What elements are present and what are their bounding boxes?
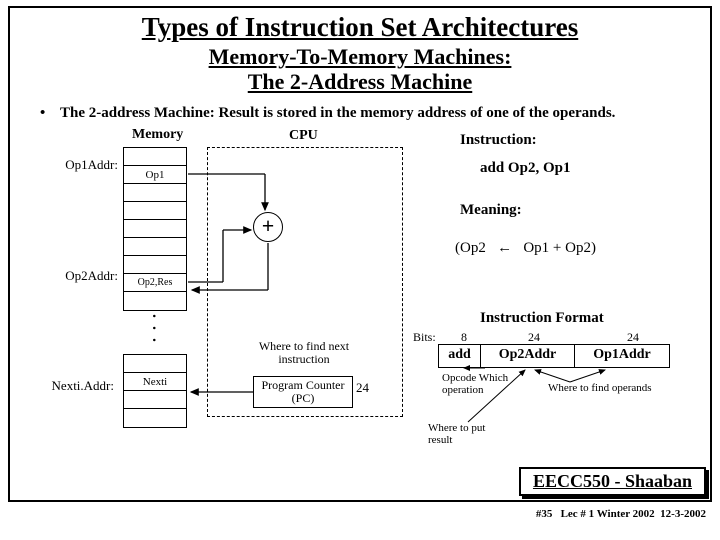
adder-icon: +: [253, 212, 283, 242]
operands-note: Where to find operands: [548, 382, 652, 394]
bullet-text: The 2-address Machine: Result is stored …: [60, 105, 615, 122]
slide-subtitle-1: Memory-To-Memory Machines:: [10, 45, 710, 69]
mem-cell: [124, 256, 186, 274]
memory-block-bottom: Nexti: [123, 354, 187, 428]
mem-cell: [124, 355, 186, 373]
op2-addr-label: Op2Addr:: [46, 268, 118, 284]
fmt-opcode: add: [439, 345, 481, 367]
mem-cell: [124, 202, 186, 220]
memory-block-top: Op1 Op2,Res: [123, 147, 187, 311]
mem-cell-op2: Op2,Res: [124, 274, 186, 292]
mem-cell: [124, 391, 186, 409]
cpu-label: CPU: [289, 128, 318, 144]
bullet-dot: •: [40, 105, 60, 122]
mem-cell: [124, 220, 186, 238]
bits-label: Bits:: [413, 330, 436, 345]
op1-addr-label: Op1Addr:: [46, 157, 118, 173]
diagram-area: Memory CPU Op1Addr: Op2Addr: Nexti.Addr:…: [10, 122, 710, 462]
where-next-label: Where to find next instruction: [254, 340, 354, 366]
slide-frame: Types of Instruction Set Architectures M…: [8, 6, 712, 502]
meaning-text: (Op2 ← Op1 + Op2): [455, 240, 596, 257]
mem-cell: [124, 148, 186, 166]
mem-cell: [124, 292, 186, 310]
format-header: Instruction Format: [480, 310, 604, 327]
pc-bits-label: 24: [356, 380, 369, 396]
result-note: Where to put result: [428, 422, 498, 446]
bullet-item: • The 2-address Machine: Result is store…: [40, 105, 680, 122]
ellipsis-icon: . . .: [148, 314, 166, 344]
slide-meta: #35 Lec # 1 Winter 2002 12-3-2002: [536, 508, 706, 520]
course-footer: EECC550 - Shaaban: [519, 467, 706, 496]
nexti-addr-label: Nexti.Addr:: [42, 378, 114, 394]
mem-cell: [124, 409, 186, 427]
instruction-example: add Op2, Op1: [480, 160, 570, 177]
mem-cell-op1: Op1: [124, 166, 186, 184]
opcode-note: Opcode Which operation: [442, 372, 512, 396]
slide-title: Types of Instruction Set Architectures: [10, 12, 710, 43]
pc-box: Program Counter (PC): [253, 376, 353, 408]
format-table: add Op2Addr Op1Addr: [438, 344, 670, 368]
instruction-header: Instruction:: [460, 132, 537, 149]
mem-cell: [124, 238, 186, 256]
bits-8: 8: [461, 330, 467, 345]
meaning-header: Meaning:: [460, 202, 522, 219]
fmt-op2addr: Op2Addr: [481, 345, 575, 367]
fmt-op1addr: Op1Addr: [575, 345, 669, 367]
mem-cell-nexti: Nexti: [124, 373, 186, 391]
bits-24a: 24: [528, 330, 540, 345]
mem-cell: [124, 184, 186, 202]
memory-label: Memory: [132, 127, 183, 143]
slide-subtitle-2: The 2-Address Machine: [10, 69, 710, 95]
bits-24b: 24: [627, 330, 639, 345]
